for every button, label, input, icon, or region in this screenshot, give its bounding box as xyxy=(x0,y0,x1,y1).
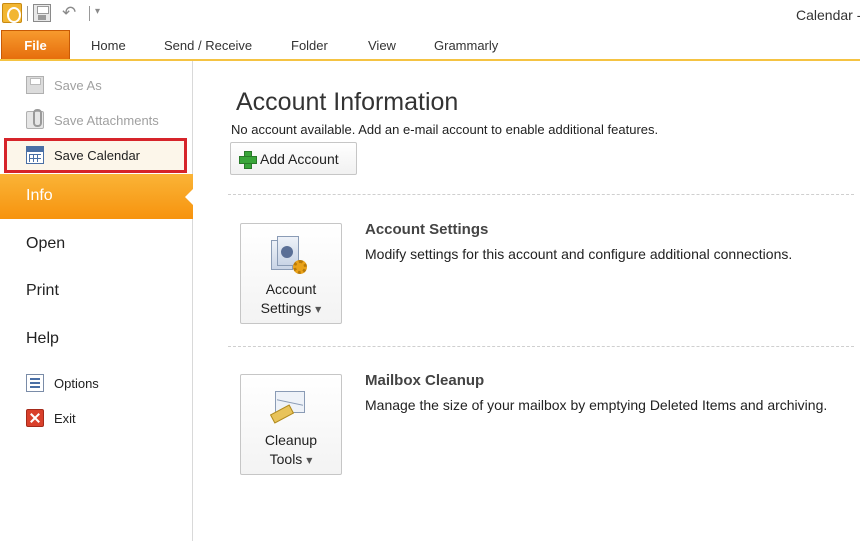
nav-save-calendar[interactable]: Save Calendar xyxy=(0,141,193,169)
account-settings-button[interactable]: Account Settings ▼ xyxy=(240,223,342,324)
cleanup-tools-button-line1: Cleanup xyxy=(264,432,318,448)
options-icon xyxy=(26,374,44,392)
nav-options-label: Options xyxy=(54,376,99,391)
account-settings-icon xyxy=(271,236,307,276)
page-subtitle: No account available. Add an e-mail acco… xyxy=(231,122,659,137)
page-title: Account Information xyxy=(236,88,459,116)
mailbox-cleanup-title: Mailbox Cleanup xyxy=(365,372,485,389)
toolbar-separator xyxy=(27,6,28,21)
add-icon xyxy=(239,151,257,169)
tab-view[interactable]: View xyxy=(368,38,396,53)
nav-print[interactable]: Print xyxy=(26,282,59,300)
nav-exit-label: Exit xyxy=(54,411,76,426)
dropdown-arrow-icon: ▼ xyxy=(306,455,313,465)
exit-icon xyxy=(26,409,44,427)
tab-folder[interactable]: Folder xyxy=(291,38,328,53)
nav-info-label: Info xyxy=(26,187,53,204)
customize-toolbar-icon[interactable]: ▾ xyxy=(95,6,100,17)
ribbon-tabs: File Home Send / Receive Folder View Gra… xyxy=(0,30,860,61)
section-divider xyxy=(228,194,854,195)
title-bar: ↶ ▾ Calendar - xyxy=(0,0,860,30)
attachment-icon xyxy=(26,109,44,129)
tab-file[interactable]: File xyxy=(1,30,70,61)
nav-save-calendar-label: Save Calendar xyxy=(54,148,140,163)
account-settings-description: Modify settings for this account and con… xyxy=(365,246,793,262)
window-title: Calendar - xyxy=(796,7,860,23)
add-account-button[interactable]: Add Account xyxy=(230,142,357,175)
tab-grammarly[interactable]: Grammarly xyxy=(434,38,498,53)
cleanup-tools-button[interactable]: Cleanup Tools ▼ xyxy=(240,374,342,475)
account-settings-button-line1: Account xyxy=(265,281,317,297)
nav-help[interactable]: Help xyxy=(26,330,59,348)
tab-send-receive[interactable]: Send / Receive xyxy=(164,38,252,53)
nav-info[interactable]: Info xyxy=(0,174,194,219)
nav-open[interactable]: Open xyxy=(26,235,65,253)
backstage-main: Account Information No account available… xyxy=(194,61,860,541)
nav-save-as-label: Save As xyxy=(54,78,102,93)
save-icon[interactable] xyxy=(33,4,51,22)
add-account-label: Add Account xyxy=(260,151,339,167)
backstage-nav: Save As Save Attachments Save Calendar I… xyxy=(0,61,194,541)
account-settings-button-line2: Settings xyxy=(260,300,312,316)
section-divider xyxy=(228,346,854,347)
account-settings-title: Account Settings xyxy=(365,221,489,238)
cleanup-tools-button-line2: Tools xyxy=(269,451,303,467)
nav-save-as[interactable]: Save As xyxy=(0,71,193,99)
account-settings-button-line2-row: Settings ▼ xyxy=(241,299,341,319)
undo-icon[interactable]: ↶ xyxy=(62,3,76,23)
cleanup-tools-icon xyxy=(269,387,311,427)
nav-save-attachments[interactable]: Save Attachments xyxy=(0,106,193,134)
toolbar-separator xyxy=(89,6,90,21)
nav-exit[interactable]: Exit xyxy=(0,404,193,432)
dropdown-arrow-icon: ▼ xyxy=(315,304,322,314)
mailbox-cleanup-description: Manage the size of your mailbox by empty… xyxy=(365,397,828,413)
save-as-icon xyxy=(26,76,44,94)
calendar-icon xyxy=(26,146,44,164)
tab-home[interactable]: Home xyxy=(91,38,126,53)
outlook-app-icon[interactable] xyxy=(2,3,22,23)
cleanup-tools-button-line2-row: Tools ▼ xyxy=(241,450,341,470)
nav-options[interactable]: Options xyxy=(0,369,193,397)
nav-save-attachments-label: Save Attachments xyxy=(54,113,159,128)
